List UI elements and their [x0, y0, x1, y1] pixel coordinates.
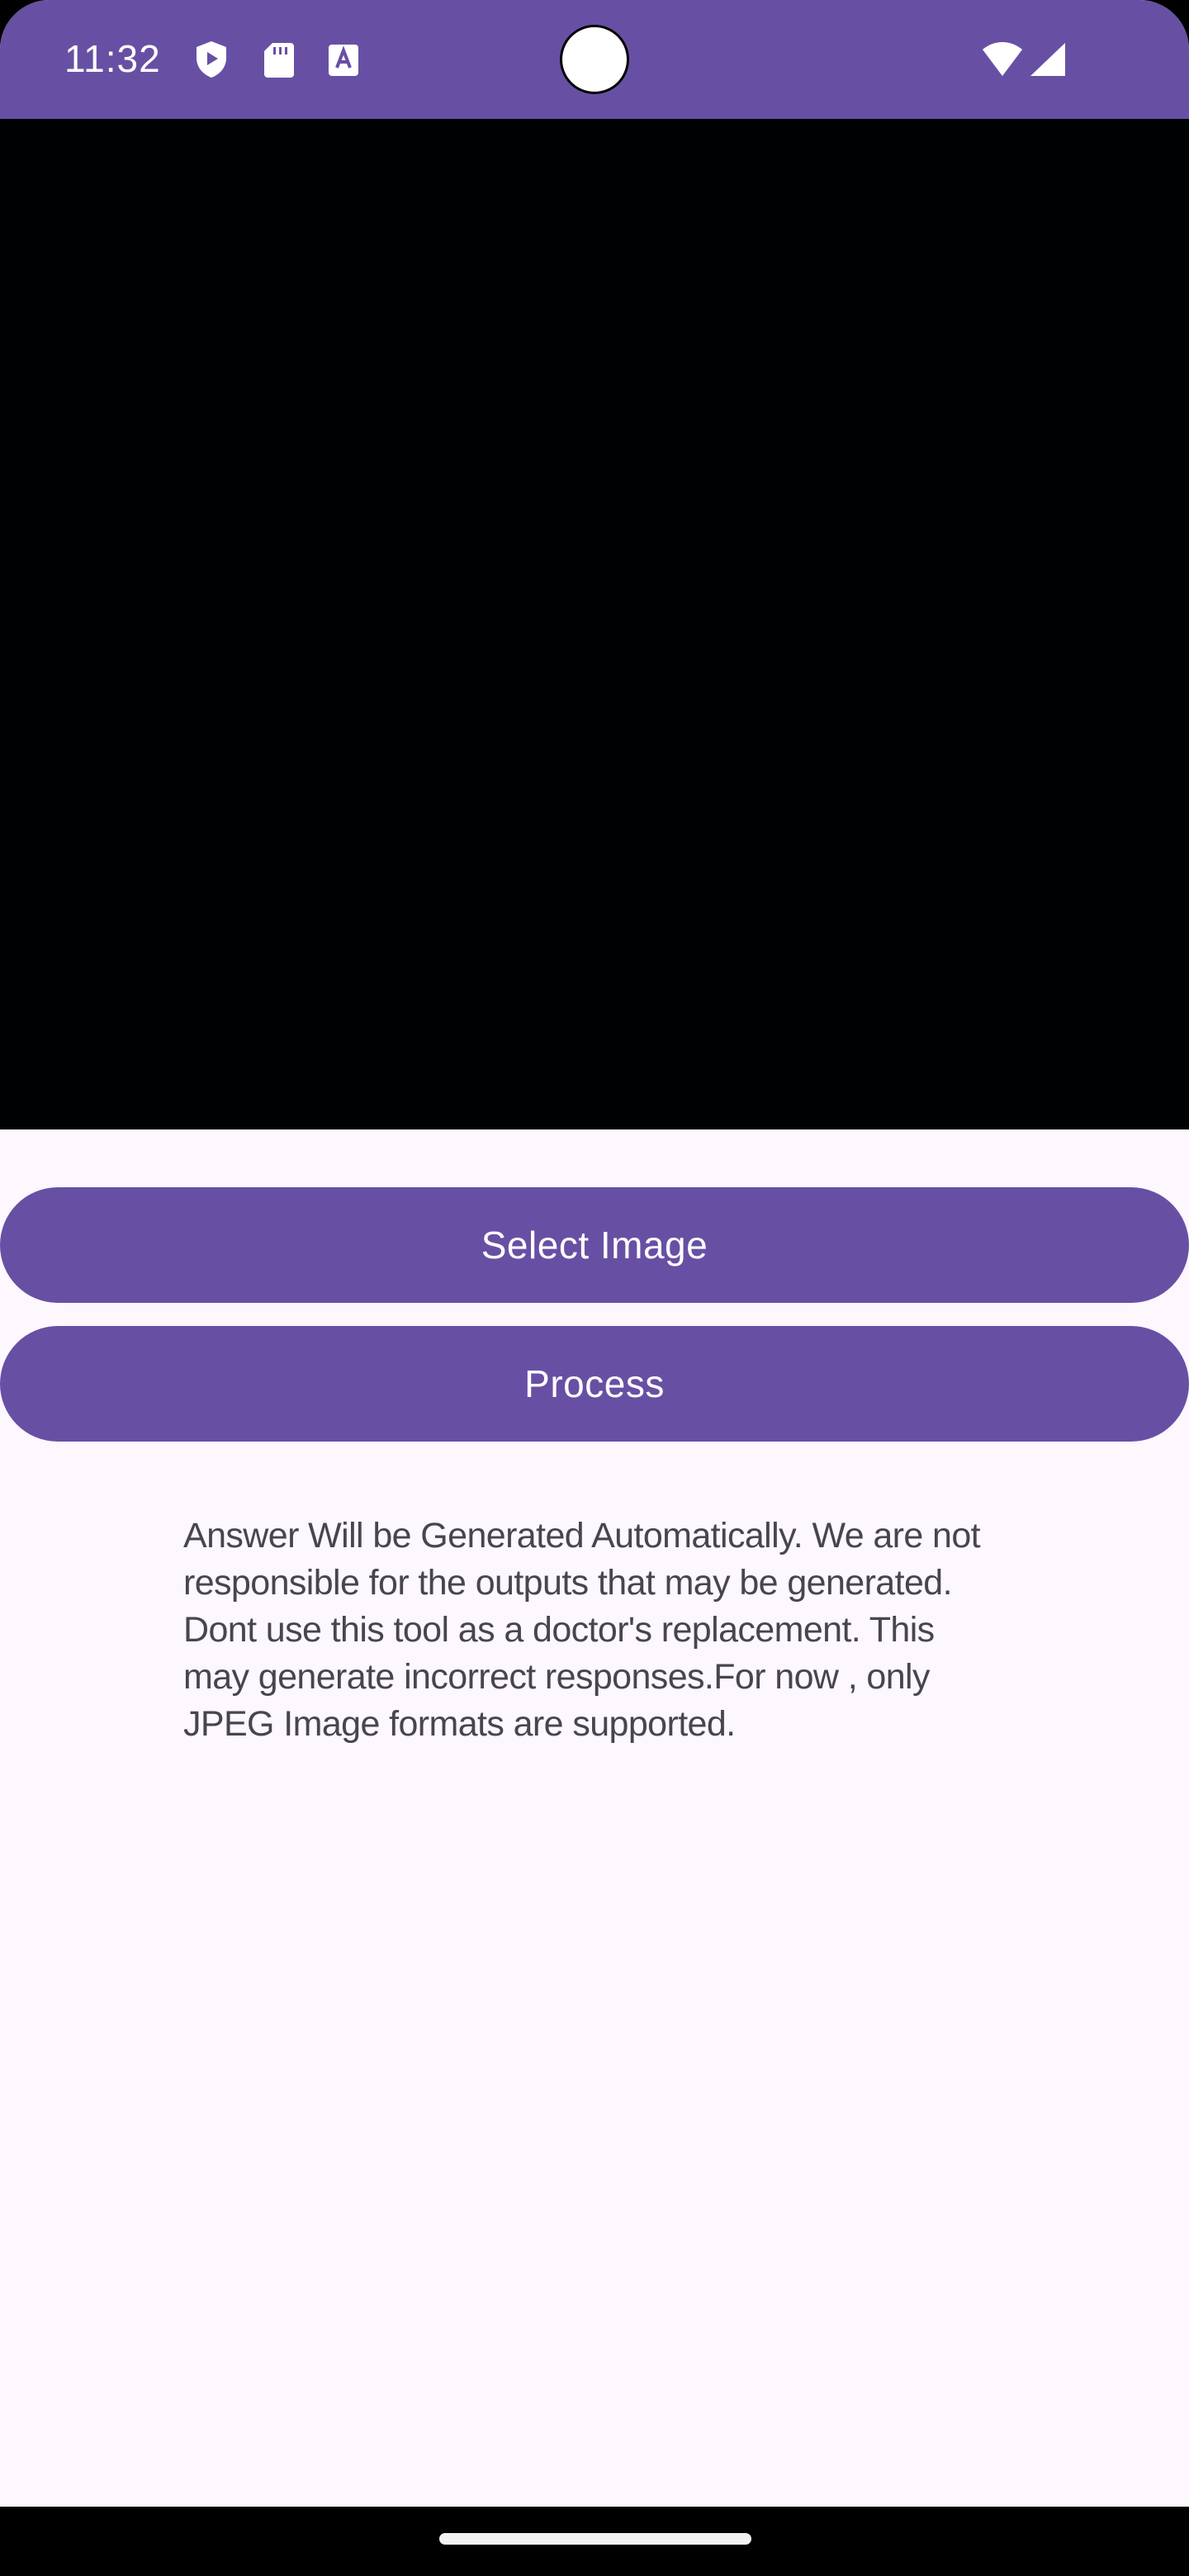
- shield-play-icon: [193, 40, 230, 79]
- sd-card-icon: [261, 40, 297, 79]
- cell-signal-icon: [1027, 41, 1067, 78]
- status-time: 11:32: [64, 37, 161, 80]
- app-screen: 11:32 Select Image Process Answer Will b…: [0, 0, 1189, 2576]
- disclaimer-text: Answer Will be Generated Automatically. …: [183, 1516, 981, 1744]
- wifi-icon: [981, 41, 1024, 78]
- select-image-button[interactable]: Select Image: [0, 1187, 1189, 1303]
- status-bar: 11:32: [0, 0, 1189, 119]
- image-preview: [0, 119, 1189, 1129]
- text-a-icon: [325, 40, 362, 79]
- process-button[interactable]: Process: [0, 1326, 1189, 1442]
- home-gesture-handle[interactable]: [439, 2533, 751, 2545]
- camera-cutout: [560, 25, 629, 94]
